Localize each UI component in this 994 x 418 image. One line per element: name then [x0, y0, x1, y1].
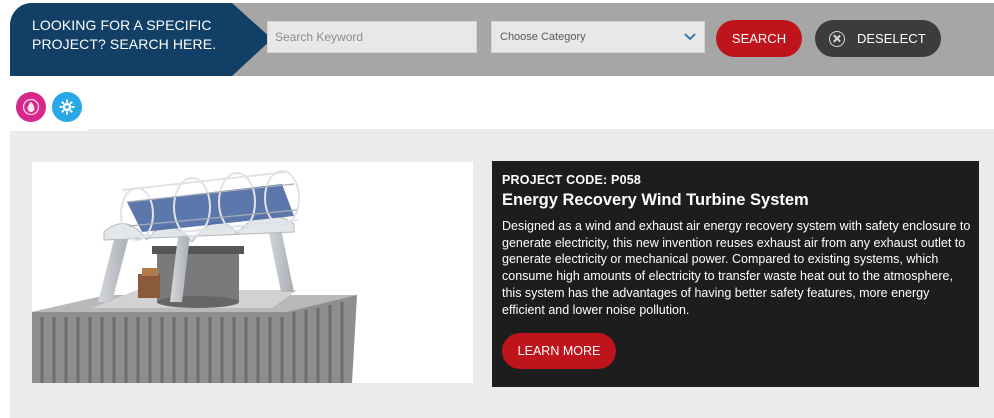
- learn-more-label: LEARN MORE: [517, 344, 601, 358]
- search-button-label: SEARCH: [731, 31, 787, 46]
- deselect-button[interactable]: DESELECT: [815, 20, 941, 57]
- chevron-down-icon: [684, 33, 696, 41]
- learn-more-button[interactable]: LEARN MORE: [502, 333, 616, 369]
- search-button[interactable]: SEARCH: [716, 20, 802, 57]
- project-info-card: PROJECT CODE: P058 Energy Recovery Wind …: [492, 161, 979, 387]
- water-category-button[interactable]: [16, 92, 46, 122]
- energy-category-button[interactable]: [52, 92, 82, 122]
- category-filter-row: [10, 76, 994, 131]
- project-image: [32, 162, 473, 383]
- gear-icon: [59, 99, 75, 115]
- deselect-button-label: DESELECT: [857, 31, 926, 46]
- project-title: Energy Recovery Wind Turbine System: [502, 191, 809, 209]
- search-banner: LOOKING FOR A SPECIFIC PROJECT? SEARCH H…: [10, 3, 272, 76]
- category-select[interactable]: Choose Category: [491, 21, 705, 53]
- close-circle-icon: [829, 30, 845, 47]
- project-description: Designed as a wind and exhaust air energ…: [502, 219, 971, 317]
- project-panel: PROJECT CODE: P058 Energy Recovery Wind …: [10, 131, 994, 418]
- page: LOOKING FOR A SPECIFIC PROJECT? SEARCH H…: [0, 0, 994, 418]
- project-code: PROJECT CODE: P058: [502, 173, 642, 187]
- water-drop-icon: [22, 98, 40, 116]
- category-select-value: Choose Category: [500, 31, 586, 43]
- wind-turbine-render: [32, 170, 357, 383]
- keyword-search-input[interactable]: [267, 21, 477, 53]
- search-banner-text: LOOKING FOR A SPECIFIC PROJECT? SEARCH H…: [32, 17, 217, 52]
- search-bar: LOOKING FOR A SPECIFIC PROJECT? SEARCH H…: [10, 3, 994, 76]
